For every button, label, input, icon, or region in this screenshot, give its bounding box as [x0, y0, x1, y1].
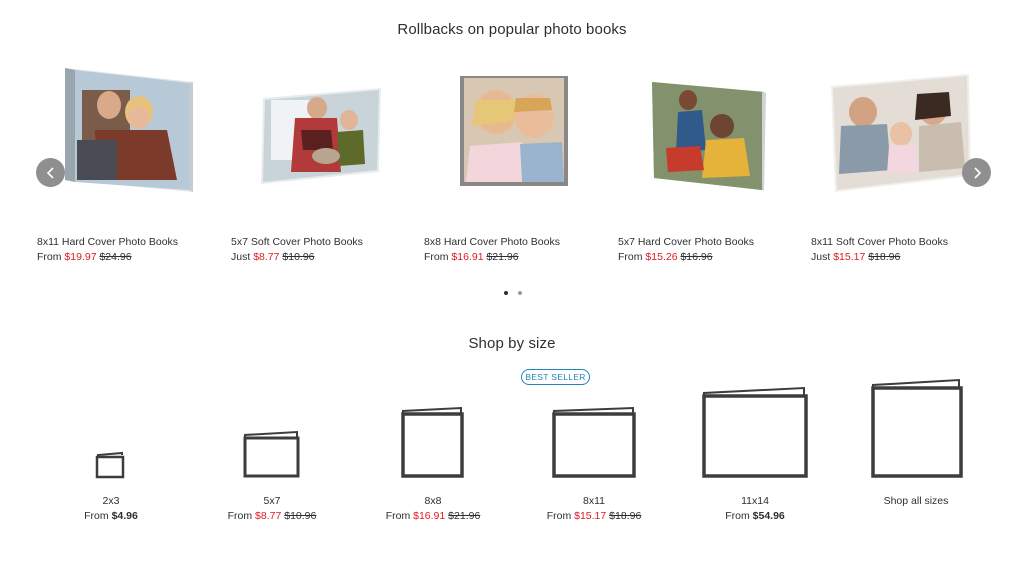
was-price: $18.96 [609, 510, 642, 522]
size-label: 11x14 [741, 495, 769, 507]
carousel-prev-button[interactable] [36, 158, 65, 187]
book-5x7-icon [243, 430, 300, 478]
shop-by-size-title: Shop by size [468, 335, 556, 352]
size-label: 8x8 [424, 495, 442, 507]
size-tile-2x3[interactable]: 2x3 From $4.96 [46, 375, 176, 535]
regular-price: $54.96 [752, 510, 785, 522]
photo-book-image[interactable] [618, 60, 788, 210]
sale-price: $15.26 [645, 251, 678, 263]
regular-price: $4.96 [111, 510, 138, 522]
size-price: From $15.17 $18.96 [529, 510, 659, 522]
was-price: $10.96 [284, 510, 317, 522]
product-price: From $15.26 $16.96 [618, 251, 713, 263]
was-price: $21.96 [486, 251, 519, 263]
product-card[interactable]: 5x7 Hard Cover Photo Books From $15.26 $… [618, 60, 798, 270]
product-name[interactable]: 5x7 Hard Cover Photo Books [618, 236, 754, 248]
sale-price: $15.17 [833, 251, 866, 263]
price-prefix: From [385, 510, 411, 522]
rollbacks-title: Rollbacks on popular photo books [397, 21, 627, 38]
sale-price: $8.77 [255, 510, 282, 522]
book-8x8-icon [401, 406, 464, 478]
price-prefix: From [546, 510, 572, 522]
price-prefix: From [37, 251, 62, 263]
sale-price: $19.97 [64, 251, 97, 263]
book-11x14-icon [702, 386, 808, 478]
pagination-dot[interactable] [518, 291, 522, 295]
book-8x11-icon [552, 406, 636, 478]
carousel-next-button[interactable] [962, 158, 991, 187]
chevron-left-icon [46, 166, 54, 179]
size-label: 8x11 [583, 495, 605, 507]
was-price: $16.96 [680, 251, 713, 263]
size-tile-5x7[interactable]: 5x7 From $8.77 $10.96 [207, 375, 337, 535]
product-price: Just $15.17 $18.96 [811, 251, 900, 263]
product-price: Just $8.77 $10.96 [231, 251, 315, 263]
sale-price: $15.17 [574, 510, 607, 522]
size-tile-8x8[interactable]: 8x8 From $16.91 $21.96 [368, 375, 498, 535]
price-prefix: From [84, 510, 109, 522]
was-price: $10.96 [282, 251, 315, 263]
product-name[interactable]: 8x11 Soft Cover Photo Books [811, 236, 948, 248]
size-price: From $16.91 $21.96 [368, 510, 498, 522]
price-prefix: Just [231, 251, 251, 263]
product-card[interactable]: 5x7 Soft Cover Photo Books Just $8.77 $1… [231, 60, 411, 270]
size-label: 5x7 [263, 495, 281, 507]
photo-book-image[interactable] [424, 60, 594, 210]
price-prefix: Just [811, 251, 831, 263]
size-price: From $54.96 [690, 510, 820, 522]
pagination-dot-active[interactable] [504, 291, 508, 295]
was-price: $21.96 [448, 510, 481, 522]
sale-price: $8.77 [253, 251, 280, 263]
product-card[interactable]: 8x8 Hard Cover Photo Books From $16.91 $… [424, 60, 604, 270]
photo-book-image[interactable] [37, 60, 207, 210]
photo-book-image[interactable] [231, 60, 401, 210]
chevron-right-icon [973, 166, 981, 179]
price-prefix: From [227, 510, 253, 522]
product-name[interactable]: 8x8 Hard Cover Photo Books [424, 236, 560, 248]
product-price: From $19.97 $24.96 [37, 251, 132, 263]
product-name[interactable]: 5x7 Soft Cover Photo Books [231, 236, 363, 248]
size-tile-11x14[interactable]: 11x14 From $54.96 [690, 375, 820, 535]
product-price: From $16.91 $21.96 [424, 251, 519, 263]
sale-price: $16.91 [413, 510, 446, 522]
size-price: From $8.77 $10.96 [207, 510, 337, 522]
carousel-pagination [503, 291, 527, 297]
price-prefix: From [618, 251, 643, 263]
was-price: $24.96 [99, 251, 132, 263]
book-all-sizes-icon [871, 378, 963, 478]
product-card[interactable]: 8x11 Hard Cover Photo Books From $19.97 … [37, 60, 217, 270]
product-name[interactable]: 8x11 Hard Cover Photo Books [37, 236, 178, 248]
size-price: From $4.96 [46, 510, 176, 522]
price-prefix: From [424, 251, 449, 263]
size-label: 2x3 [102, 495, 120, 507]
size-tile-all[interactable]: Shop all sizes [851, 375, 981, 535]
photo-book-image[interactable] [811, 60, 981, 210]
price-prefix: From [725, 510, 750, 522]
size-tile-8x11[interactable]: 8x11 From $15.17 $18.96 [529, 375, 659, 535]
sale-price: $16.91 [451, 251, 484, 263]
book-2x3-icon [95, 451, 125, 479]
shop-all-sizes-link[interactable]: Shop all sizes [851, 495, 981, 507]
was-price: $18.96 [868, 251, 901, 263]
